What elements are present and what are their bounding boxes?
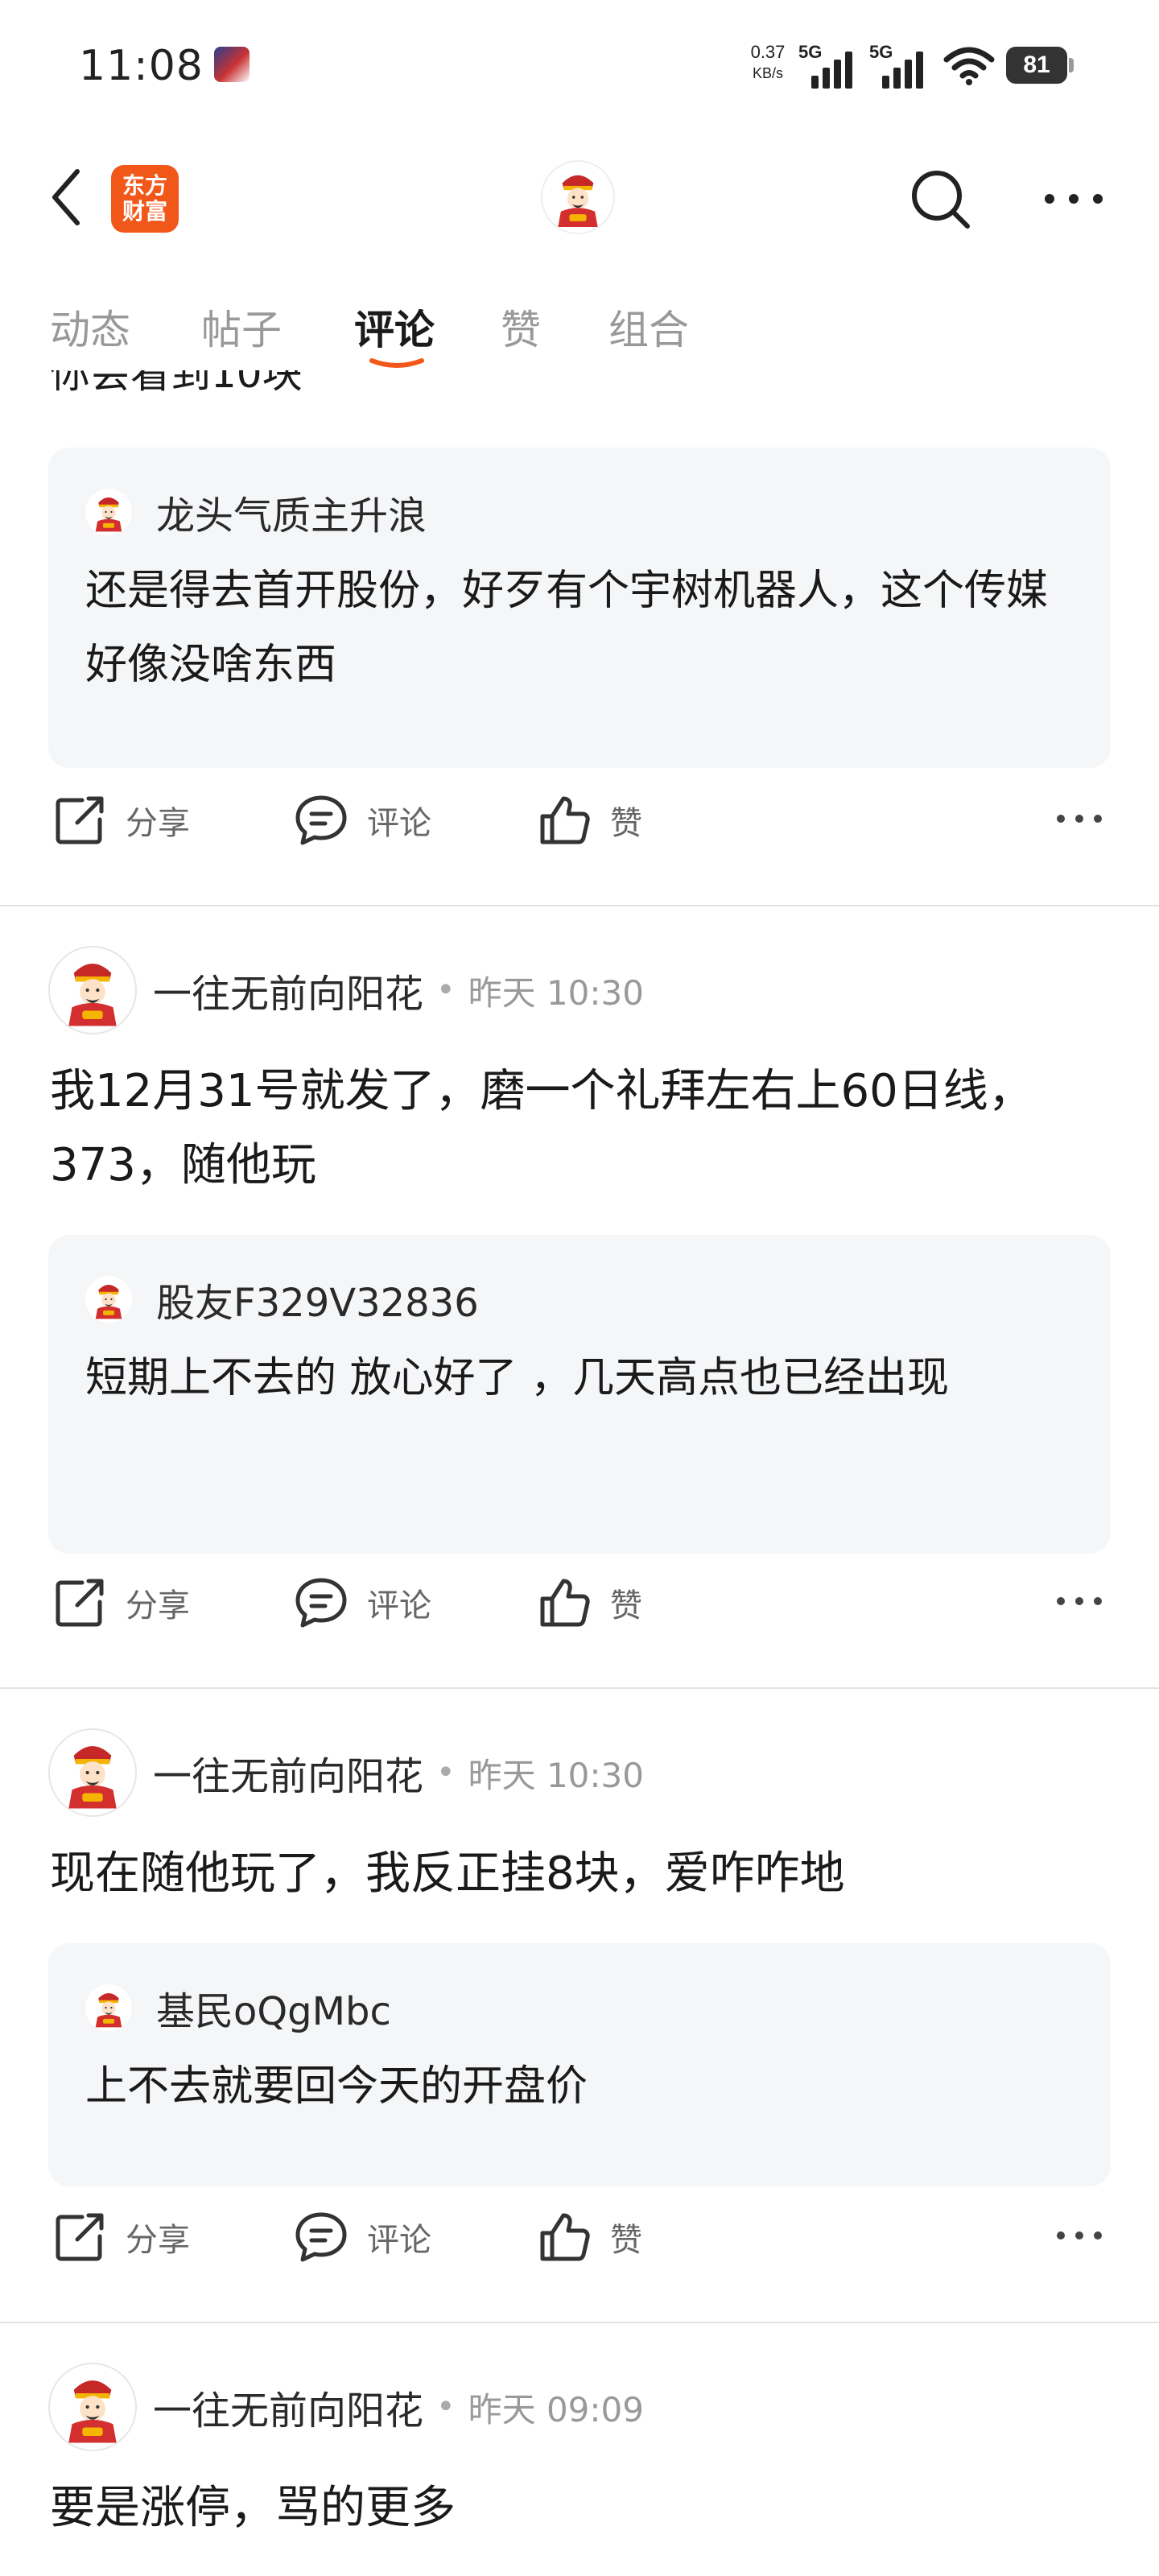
tab-dynamics[interactable]: 动态 bbox=[50, 298, 130, 356]
signal-bars-icon bbox=[882, 52, 923, 89]
post-header: 一往无前向阳花 • 昨天 10:30 bbox=[48, 943, 1111, 1037]
post-text-partial: 你会看到10块 bbox=[50, 370, 303, 397]
post-divider bbox=[0, 2322, 1159, 2323]
notification-app-icon bbox=[214, 47, 250, 82]
thumbs-up-icon bbox=[536, 1575, 592, 1631]
network-speed-unit: KB/s bbox=[752, 65, 783, 81]
status-bar: 11:08 0.37 KB/s 5G 5G 81 bbox=[0, 0, 1159, 133]
comment-feed: 你会看到10块 龙头气质主升浪 还是得去首开股份，好歹有个宇树机器人，这个传媒好… bbox=[0, 370, 1159, 2576]
quoted-username[interactable]: 基民oQgMbc bbox=[156, 1979, 391, 2036]
tab-comments[interactable]: 评论 bbox=[354, 298, 435, 356]
share-icon bbox=[52, 1575, 108, 1631]
back-arrow-icon[interactable] bbox=[43, 165, 92, 229]
tab-posts[interactable]: 帖子 bbox=[201, 298, 282, 356]
comment-button[interactable]: 评论 bbox=[293, 2209, 431, 2265]
post-actions: 分享 评论 赞 bbox=[0, 1550, 1159, 1647]
battery-icon: 81 bbox=[1006, 47, 1074, 84]
post-divider bbox=[0, 1687, 1159, 1689]
like-button[interactable]: 赞 bbox=[536, 2209, 642, 2265]
share-label: 分享 bbox=[126, 805, 190, 842]
wifi-icon bbox=[943, 47, 995, 85]
comment-label: 评论 bbox=[367, 2222, 431, 2259]
like-label: 赞 bbox=[610, 805, 642, 842]
brand-logo[interactable]: 东方 财富 bbox=[111, 165, 179, 233]
post-more-icon[interactable] bbox=[1054, 1592, 1104, 1610]
post-actions: 分享 评论 赞 bbox=[0, 768, 1159, 865]
share-icon bbox=[52, 2209, 108, 2265]
quoted-comment-card[interactable]: 股友F329V32836 短期上不去的 放心好了 ，几天高点也已经出现 bbox=[48, 1235, 1111, 1554]
post-time: 昨天 10:30 bbox=[468, 972, 644, 1013]
share-button[interactable]: 分享 bbox=[52, 1575, 190, 1631]
quoted-user-avatar[interactable] bbox=[85, 489, 132, 535]
share-button[interactable]: 分享 bbox=[52, 792, 190, 848]
like-button[interactable]: 赞 bbox=[536, 792, 642, 848]
brand-logo-line2: 财富 bbox=[122, 198, 167, 225]
comment-label: 评论 bbox=[367, 1587, 431, 1624]
separator-dot: • bbox=[436, 972, 456, 1009]
quoted-text: 短期上不去的 放心好了 ，几天高点也已经出现 bbox=[85, 1354, 950, 1402]
separator-dot: • bbox=[436, 1754, 456, 1791]
active-tab-indicator bbox=[369, 358, 424, 368]
share-label: 分享 bbox=[126, 2222, 190, 2259]
share-label: 分享 bbox=[126, 1587, 190, 1624]
author-name[interactable]: 一往无前向阳花 bbox=[153, 1744, 423, 1801]
comment-icon bbox=[293, 1575, 349, 1631]
profile-tabs: 动态 帖子 评论 赞 组合 bbox=[0, 290, 1159, 378]
network-speed-value: 0.37 bbox=[750, 42, 786, 62]
post-time: 昨天 10:30 bbox=[468, 1755, 644, 1795]
share-button[interactable]: 分享 bbox=[52, 2209, 190, 2265]
quoted-user-avatar[interactable] bbox=[85, 1276, 132, 1323]
post-text[interactable]: 我12月31号就发了，磨一个礼拜左右上60日线，373，随他玩 bbox=[50, 1055, 1112, 1203]
thumbs-up-icon bbox=[536, 792, 592, 848]
thumbs-up-icon bbox=[536, 2209, 592, 2265]
like-label: 赞 bbox=[610, 2222, 642, 2259]
search-icon[interactable] bbox=[906, 165, 974, 233]
like-button[interactable]: 赞 bbox=[536, 1575, 642, 1631]
profile-avatar[interactable] bbox=[541, 160, 615, 234]
tab-likes[interactable]: 赞 bbox=[501, 298, 541, 356]
post-more-icon[interactable] bbox=[1054, 2227, 1104, 2244]
post-divider bbox=[0, 905, 1159, 906]
comment-button[interactable]: 评论 bbox=[293, 792, 431, 848]
quoted-text: 上不去就要回今天的开盘价 bbox=[85, 2062, 588, 2111]
more-options-icon[interactable] bbox=[1043, 188, 1104, 210]
post-header: 一往无前向阳花 • 昨天 10:30 bbox=[48, 1726, 1111, 1819]
comment-icon bbox=[293, 792, 349, 848]
post-header: 一往无前向阳花 • 昨天 09:09 bbox=[48, 2360, 1111, 2454]
status-time: 11:08 bbox=[79, 42, 204, 90]
post-more-icon[interactable] bbox=[1054, 810, 1104, 828]
quoted-text: 还是得去首开股份，好歹有个宇树机器人，这个传媒好像没啥东西 bbox=[85, 567, 1049, 689]
post-time: 昨天 09:09 bbox=[468, 2389, 644, 2429]
author-avatar[interactable] bbox=[48, 946, 137, 1034]
quoted-username[interactable]: 龙头气质主升浪 bbox=[156, 484, 427, 540]
battery-level: 81 bbox=[1006, 47, 1067, 84]
author-avatar[interactable] bbox=[48, 1728, 137, 1817]
comment-icon bbox=[293, 2209, 349, 2265]
comment-button[interactable]: 评论 bbox=[293, 1575, 431, 1631]
author-name[interactable]: 一往无前向阳花 bbox=[153, 962, 423, 1018]
post-actions: 分享 评论 赞 bbox=[0, 2185, 1159, 2281]
quoted-comment-card[interactable]: 基民oQgMbc 上不去就要回今天的开盘价 bbox=[48, 1943, 1111, 2186]
comment-label: 评论 bbox=[367, 805, 431, 842]
brand-logo-line1: 东方 bbox=[122, 172, 167, 199]
like-label: 赞 bbox=[610, 1587, 642, 1624]
separator-dot: • bbox=[436, 2388, 456, 2425]
signal-bars-icon bbox=[811, 52, 852, 89]
post-text[interactable]: 要是涨停，骂的更多 bbox=[50, 2471, 1112, 2545]
top-nav: 东方 财富 bbox=[0, 133, 1159, 262]
post-text[interactable]: 现在随他玩了，我反正挂8块，爱咋咋地 bbox=[50, 1837, 1112, 1911]
quoted-user-avatar[interactable] bbox=[85, 1984, 132, 2031]
share-icon bbox=[52, 792, 108, 848]
author-name[interactable]: 一往无前向阳花 bbox=[153, 2379, 423, 2435]
quoted-username[interactable]: 股友F329V32836 bbox=[156, 1271, 479, 1327]
author-avatar[interactable] bbox=[48, 2363, 137, 2451]
quoted-comment-card[interactable]: 龙头气质主升浪 还是得去首开股份，好歹有个宇树机器人，这个传媒好像没啥东西 bbox=[48, 448, 1111, 768]
tab-portfolios[interactable]: 组合 bbox=[608, 298, 689, 356]
network-speed: 0.37 KB/s bbox=[744, 42, 792, 84]
